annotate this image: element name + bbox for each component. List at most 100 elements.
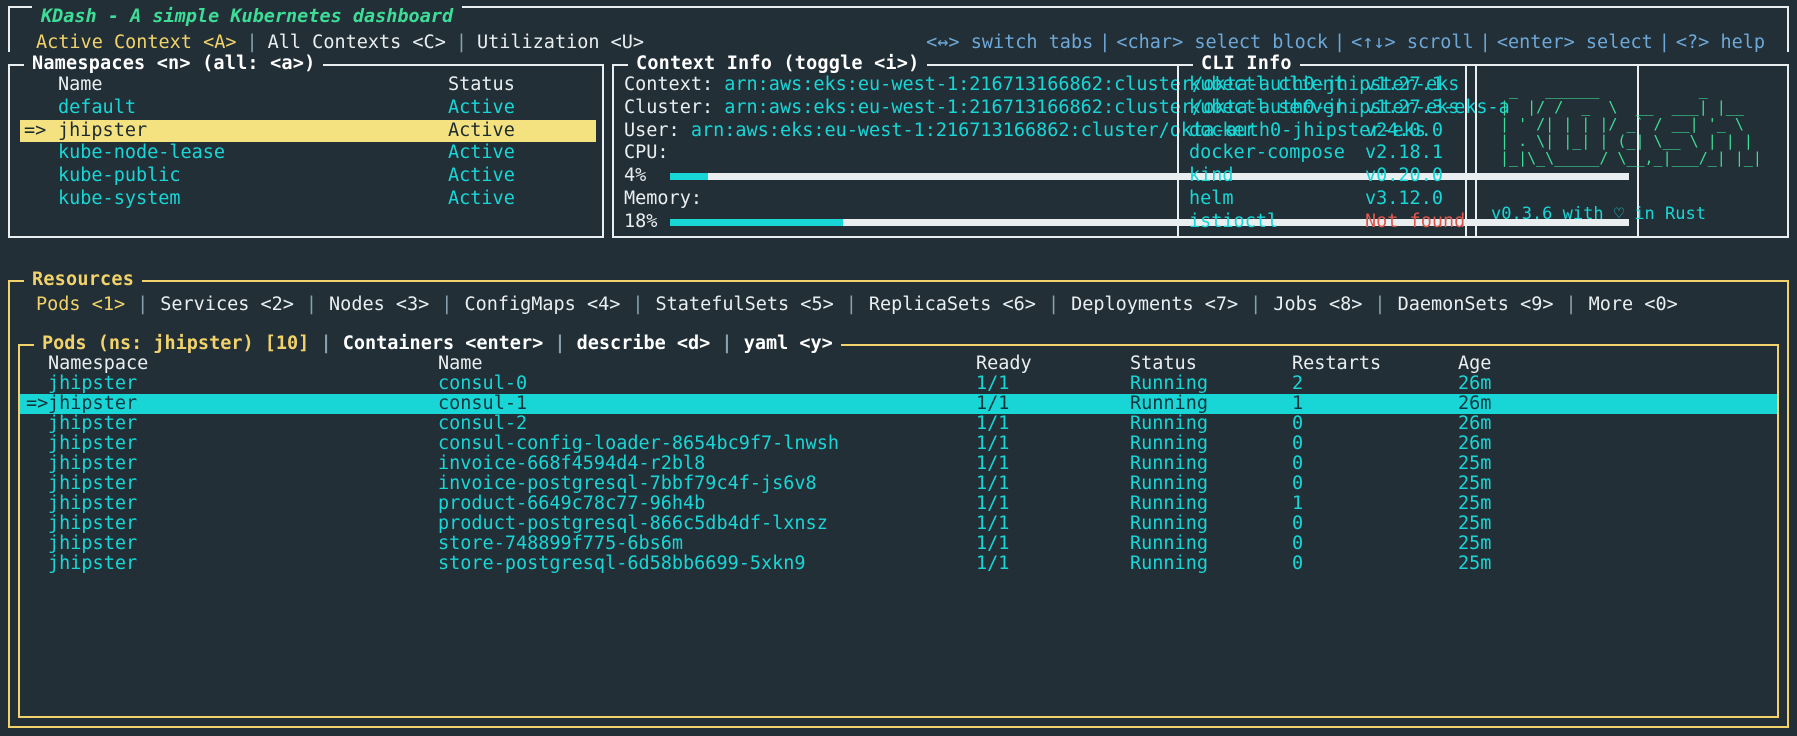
resource-tab-separator: | xyxy=(441,294,453,315)
column-header-name: Name xyxy=(58,74,103,95)
cpu-percent-text: 4% xyxy=(624,165,647,187)
pod-status: Running xyxy=(1130,473,1208,494)
context-info-panel-title: Context Info (toggle <i>) xyxy=(628,53,928,76)
resource-tab-nodes-3[interactable]: Nodes <3> xyxy=(317,294,441,317)
namespace-name: kube-node-lease xyxy=(58,142,226,164)
resources-panel[interactable]: Resources Pods <1> | Services <2> | Nodes <3… xyxy=(8,269,1789,728)
pod-ready: 1/1 xyxy=(976,493,1010,514)
pod-ready: 1/1 xyxy=(976,533,1010,554)
pod-name: consul-2 xyxy=(438,413,528,434)
column-header-name: Name xyxy=(438,353,483,374)
pod-name: consul-config-loader-8654bc9f7-lnwsh xyxy=(438,433,839,454)
cli-info-row: kind v0.20.0 xyxy=(1189,165,1457,188)
pod-restarts: 0 xyxy=(1292,453,1304,474)
memory-percent-text: 18% xyxy=(624,210,658,232)
pod-row[interactable]: jhipster invoice-668f4594d4-r2bl8 1/1 Runni… xyxy=(20,454,1777,474)
resource-tab-more-0[interactable]: More <0> xyxy=(1577,294,1690,317)
tab-separator: | xyxy=(246,32,258,53)
pod-row[interactable]: jhipster store-748899f775-6bs6m 1/1 Running… xyxy=(20,534,1777,554)
pods-panel[interactable]: Pods (ns: jhipster) [10] | Containers <e… xyxy=(18,333,1779,718)
resource-tab-separator: | xyxy=(137,294,149,315)
pod-status: Running xyxy=(1130,513,1208,534)
kdash-ascii-logo: _ ______ _ | |/ / _ \ __ ___| |__ | ' /|… xyxy=(1500,81,1762,167)
pod-age: 25m xyxy=(1458,453,1492,474)
tab-utilization-u[interactable]: Utilization <U> xyxy=(467,32,654,55)
pod-age: 25m xyxy=(1458,493,1492,514)
pod-row[interactable]: jhipster store-postgresql-6d58bb6699-5xkn… xyxy=(20,554,1777,574)
namespaces-header-row: Name Status xyxy=(20,74,596,97)
resource-tab-configmaps-4[interactable]: ConfigMaps <4> xyxy=(452,294,632,317)
pod-namespace: jhipster xyxy=(48,413,138,434)
resource-tab-daemonsets-9[interactable]: DaemonSets <9> xyxy=(1386,294,1566,317)
resource-tab-separator: | xyxy=(845,294,857,315)
resource-tab-replicasets-6[interactable]: ReplicaSets <6> xyxy=(857,294,1048,317)
pod-name: consul-1 xyxy=(438,393,528,414)
pod-status: Running xyxy=(1130,433,1208,454)
pod-row[interactable]: jhipster consul-config-loader-8654bc9f7-l… xyxy=(20,434,1777,454)
namespace-row[interactable]: kube-system Active xyxy=(20,188,596,211)
user-label: User: xyxy=(624,119,680,141)
pod-ready: 1/1 xyxy=(976,393,1010,414)
resource-tab-services-2[interactable]: Services <2> xyxy=(148,294,306,317)
pod-age: 25m xyxy=(1458,473,1492,494)
selection-arrow-icon: => xyxy=(24,119,47,141)
namespace-name: jhipster xyxy=(58,119,148,141)
help-item-3: <enter> select xyxy=(1496,32,1653,53)
pod-restarts: 0 xyxy=(1292,533,1304,554)
namespace-status: Active xyxy=(448,96,515,118)
pod-restarts: 0 xyxy=(1292,553,1304,574)
pod-row[interactable]: jhipster invoice-postgresql-7bbf79c4f-js6… xyxy=(20,474,1777,494)
cli-info-row: docker-compose v2.18.1 xyxy=(1189,142,1457,165)
cpu-gauge-fill xyxy=(670,173,709,181)
pod-row[interactable]: jhipster product-postgresql-866c5db4df-lx… xyxy=(20,514,1777,534)
resource-tab-separator: | xyxy=(1565,294,1577,315)
pod-restarts: 1 xyxy=(1292,393,1304,414)
namespace-status: Active xyxy=(448,165,515,187)
column-header-status: Status xyxy=(1130,353,1197,374)
pod-restarts: 0 xyxy=(1292,513,1304,534)
help-item-0: <↔> switch tabs xyxy=(926,32,1094,53)
resource-tab-jobs-8[interactable]: Jobs <8> xyxy=(1261,294,1374,317)
pod-row[interactable]: jhipster consul-0 1/1 Running 2 26m xyxy=(20,374,1777,394)
namespace-row[interactable]: default Active xyxy=(20,97,596,120)
pod-row[interactable]: jhipster product-6649c78c77-96h4b 1/1 Runni… xyxy=(20,494,1777,514)
tab-active-context-a[interactable]: Active Context <A> xyxy=(26,32,246,55)
namespace-row[interactable]: kube-public Active xyxy=(20,165,596,188)
pod-row[interactable]: jhipster consul-2 1/1 Running 0 26m xyxy=(20,414,1777,434)
cli-info-panel[interactable]: CLI Info kubectl client v1.27.1 kubectl se… xyxy=(1177,53,1510,238)
pod-ready: 1/1 xyxy=(976,553,1010,574)
resource-tab-separator: | xyxy=(1374,294,1386,315)
pod-status: Running xyxy=(1130,553,1208,574)
help-separator: | xyxy=(1099,32,1111,53)
pod-namespace: jhipster xyxy=(48,453,138,474)
pod-restarts: 0 xyxy=(1292,473,1304,494)
pod-age: 26m xyxy=(1458,393,1492,414)
namespace-row[interactable]: kube-node-lease Active xyxy=(20,142,596,165)
app-title: KDash - A simple Kubernetes dashboard xyxy=(32,6,463,29)
pod-name: store-postgresql-6d58bb6699-5xkn9 xyxy=(438,553,806,574)
resource-tab-deployments-7[interactable]: Deployments <7> xyxy=(1059,294,1250,317)
pods-title-sep-2: | xyxy=(543,333,577,354)
help-separator: | xyxy=(1334,32,1346,53)
namespace-name: kube-system xyxy=(58,187,181,209)
namespace-row[interactable]: => jhipster Active xyxy=(20,119,596,143)
resource-tab-statefulsets-5[interactable]: StatefulSets <5> xyxy=(644,294,846,317)
pods-action-describe[interactable]: describe <d> xyxy=(577,333,711,354)
resource-tab-pods-1[interactable]: Pods <1> xyxy=(24,294,137,317)
namespaces-panel[interactable]: Namespaces <n> (all: <a>) Name Status defa… xyxy=(8,53,604,238)
pod-restarts: 0 xyxy=(1292,413,1304,434)
pod-ready: 1/1 xyxy=(976,433,1010,454)
selection-arrow-icon: => xyxy=(26,393,49,414)
pod-status: Running xyxy=(1130,393,1208,414)
tab-all-contexts-c[interactable]: All Contexts <C> xyxy=(258,32,456,55)
pods-action-yaml[interactable]: yaml <y> xyxy=(744,333,833,354)
help-item-1: <char> select block xyxy=(1116,32,1328,53)
help-item-4: <?> help xyxy=(1675,32,1765,53)
pod-name: store-748899f775-6bs6m xyxy=(438,533,684,554)
pods-action-containers[interactable]: Containers <enter> xyxy=(343,333,543,354)
help-separator: | xyxy=(1479,32,1491,53)
memory-gauge-fill xyxy=(670,218,843,226)
pod-row[interactable]: => jhipster consul-1 1/1 Running 1 26m xyxy=(20,394,1777,414)
resources-panel-title: Resources xyxy=(24,269,143,292)
version-line: v0.3.6 with ♡ in Rust xyxy=(1491,204,1706,225)
